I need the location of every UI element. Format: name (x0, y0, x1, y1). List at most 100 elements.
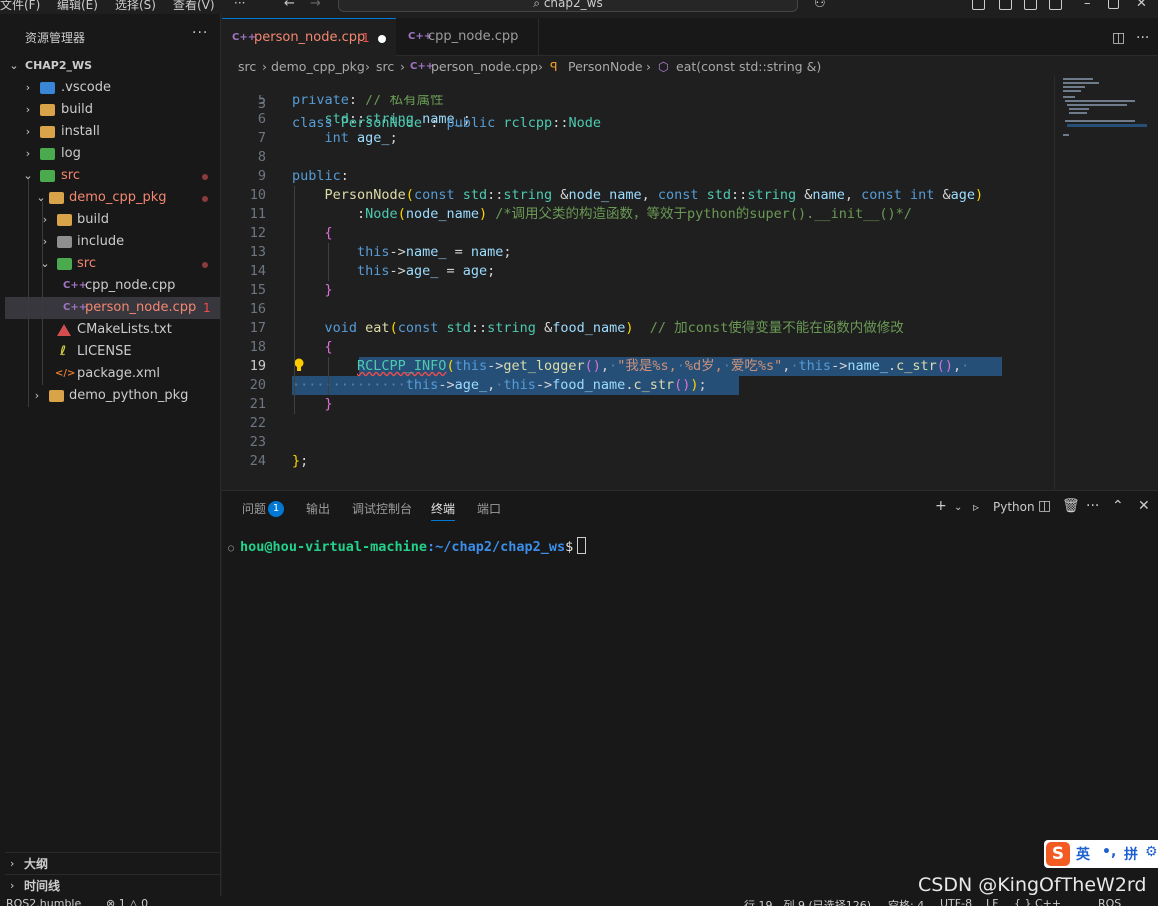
tree-item-build[interactable]: › build (5, 99, 220, 121)
line-number: 17 (249, 320, 266, 336)
close-window-icon[interactable]: ✕ (1136, 0, 1147, 11)
menu-file[interactable]: 文件(F) (0, 0, 40, 13)
explorer-more-button[interactable]: ··· (192, 25, 208, 41)
outline-label: 大纲 (24, 857, 49, 871)
status-cursor-position[interactable]: 行 19，列 9 (已选择126) (744, 897, 871, 906)
code-text: ··············this->age_,·this->food_nam… (292, 377, 707, 393)
status-language[interactable]: { } C++ (1014, 897, 1061, 906)
tree-item-src-2[interactable]: ⌄ src (5, 253, 220, 275)
tree-item-demo-python-pkg[interactable]: › demo_python_pkg (5, 385, 220, 407)
tree-item-src[interactable]: ⌄ src (5, 165, 220, 187)
tab-output[interactable]: 输出 (306, 500, 330, 517)
trash-icon[interactable]: 🗑 (1062, 498, 1080, 514)
terminal-shell-label[interactable]: Python (993, 500, 1035, 514)
breadcrumb-item[interactable]: demo_cpp_pkg (271, 56, 365, 78)
ime-settings-gear-icon[interactable]: ⚙ (1145, 844, 1158, 860)
tree-item-vscode[interactable]: › .vscode (5, 77, 220, 99)
status-ros-distro[interactable]: ROS2.humble (6, 897, 81, 906)
breadcrumb-item[interactable]: src (238, 56, 256, 78)
minimap-line (1063, 96, 1075, 98)
tab-person-node[interactable]: C++ person_node.cpp 1 (222, 18, 396, 56)
toggle-sidebar-icon[interactable] (999, 0, 1012, 10)
maximize-icon[interactable] (1108, 0, 1119, 9)
forward-arrow-icon[interactable]: → (310, 0, 321, 11)
chevron-down-icon: ⌄ (9, 59, 19, 72)
outline-section[interactable]: › 大纲 (5, 852, 220, 874)
tree-item-include[interactable]: › include (5, 231, 220, 253)
chevron-down-icon[interactable]: ⌄ (954, 502, 962, 513)
status-ros[interactable]: ROS (1098, 897, 1121, 906)
problems-badge: 1 (268, 501, 284, 517)
workspace-root[interactable]: ⌄ CHAP2_WS (5, 55, 220, 77)
code-editor[interactable]: 3 class PersonNode : public rclcpp::Node… (222, 76, 1054, 490)
toggle-panel-icon[interactable] (1024, 0, 1037, 10)
line-number: 15 (249, 282, 266, 298)
unsaved-dot-icon[interactable] (378, 35, 386, 43)
tree-item-demo-cpp-pkg[interactable]: ⌄ demo_cpp_pkg (5, 187, 220, 209)
breadcrumb-item[interactable]: eat(const std::string &) (676, 56, 821, 78)
maximize-panel-icon[interactable]: ⌃ (1112, 498, 1124, 514)
status-eol[interactable]: LF (986, 897, 998, 906)
chevron-right-icon: › (365, 59, 370, 74)
sogou-logo-icon: S (1046, 842, 1070, 866)
indent-guide (328, 243, 329, 281)
more-actions-icon[interactable]: ··· (1086, 498, 1099, 514)
minimap[interactable] (1054, 76, 1158, 490)
code-line: 12 { (222, 224, 1054, 243)
line-number: 3 (257, 96, 266, 112)
menu-selection[interactable]: 选择(S) (115, 0, 156, 13)
tree-item-log[interactable]: › log (5, 143, 220, 165)
breadcrumb-item[interactable]: src (376, 56, 394, 78)
tree-item-build-2[interactable]: › build (5, 209, 220, 231)
terminal-output[interactable]: ○ hou@hou-virtual-machine:~/chap2/chap2_… (228, 537, 587, 555)
command-center-label: chap2_ws (543, 0, 603, 10)
close-panel-icon[interactable]: ✕ (1138, 498, 1150, 514)
ime-language[interactable]: 英 (1076, 844, 1090, 864)
split-terminal-icon[interactable]: ◫ (1038, 498, 1051, 514)
more-actions-icon[interactable]: ··· (1136, 30, 1149, 46)
code-line: 17 void eat(const std::string &food_name… (222, 319, 1054, 338)
tree-item-person-node[interactable]: C++ person_node.cpp 1 (5, 297, 220, 319)
menu-edit[interactable]: 编辑(E) (57, 0, 98, 13)
sticky-code: class PersonNode : public rclcpp::Node (292, 115, 601, 131)
toggle-secondary-sidebar-icon[interactable] (1049, 0, 1062, 10)
tree-item-install[interactable]: › install (5, 121, 220, 143)
ime-mode[interactable]: 拼 (1124, 844, 1138, 864)
tab-problems[interactable]: 问题 (242, 500, 266, 517)
line-number: 14 (249, 263, 266, 279)
command-center-search[interactable]: ⌕ chap2_ws (338, 0, 798, 12)
menu-view[interactable]: 查看(V) (173, 0, 215, 13)
line-number: 11 (249, 206, 266, 222)
tree-item-package-xml[interactable]: </> package.xml (5, 363, 220, 385)
tab-ports[interactable]: 端口 (477, 500, 501, 517)
ime-punctuation[interactable]: •, (1102, 844, 1116, 860)
menu-more[interactable]: ··· (234, 0, 245, 10)
customize-layout-icon[interactable] (972, 0, 985, 10)
code-line: 15 } (222, 281, 1054, 300)
status-problems[interactable]: ⊗ 1 △ 0 (106, 897, 148, 906)
tab-terminal[interactable]: 终端 (431, 500, 456, 521)
sticky-scroll-line[interactable]: 3 class PersonNode : public rclcpp::Node (222, 76, 1054, 131)
breadcrumb-item[interactable]: PersonNode (568, 56, 643, 78)
minimize-icon[interactable]: – (1084, 0, 1091, 11)
tab-cpp-node[interactable]: C++ cpp_node.cpp (397, 18, 539, 56)
tree-item-license[interactable]: ℓ LICENSE (5, 341, 220, 363)
split-editor-icon[interactable]: ◫ (1112, 30, 1125, 46)
status-indent[interactable]: 空格: 4 (888, 897, 924, 906)
copilot-icon[interactable]: ⚇ (814, 0, 826, 11)
chevron-right-icon: › (25, 103, 31, 116)
status-encoding[interactable]: UTF-8 (940, 897, 972, 906)
tree-item-cmakelists[interactable]: CMakeLists.txt (5, 319, 220, 341)
line-number: 19 (249, 358, 266, 374)
tab-debug-console[interactable]: 调试控制台 (352, 500, 412, 517)
breadcrumb-item[interactable]: person_node.cpp (431, 56, 538, 78)
new-terminal-icon[interactable]: + (935, 498, 947, 514)
code-line: 24}; (222, 452, 1054, 471)
tree-item-cpp-node[interactable]: C++ cpp_node.cpp (5, 275, 220, 297)
ime-toolbar[interactable]: S 英 •, 拼 ⚙ (1044, 840, 1158, 868)
search-icon: ⌕ (533, 0, 544, 10)
back-arrow-icon[interactable]: ← (284, 0, 295, 11)
code-line-current: 19 RCLCPP_INFO(this->get_logger(),·"我是%s… (222, 357, 1054, 376)
timeline-section[interactable]: › 时间线 (5, 874, 220, 896)
watermark: CSDN @KingOfTheW2rd (918, 874, 1147, 896)
